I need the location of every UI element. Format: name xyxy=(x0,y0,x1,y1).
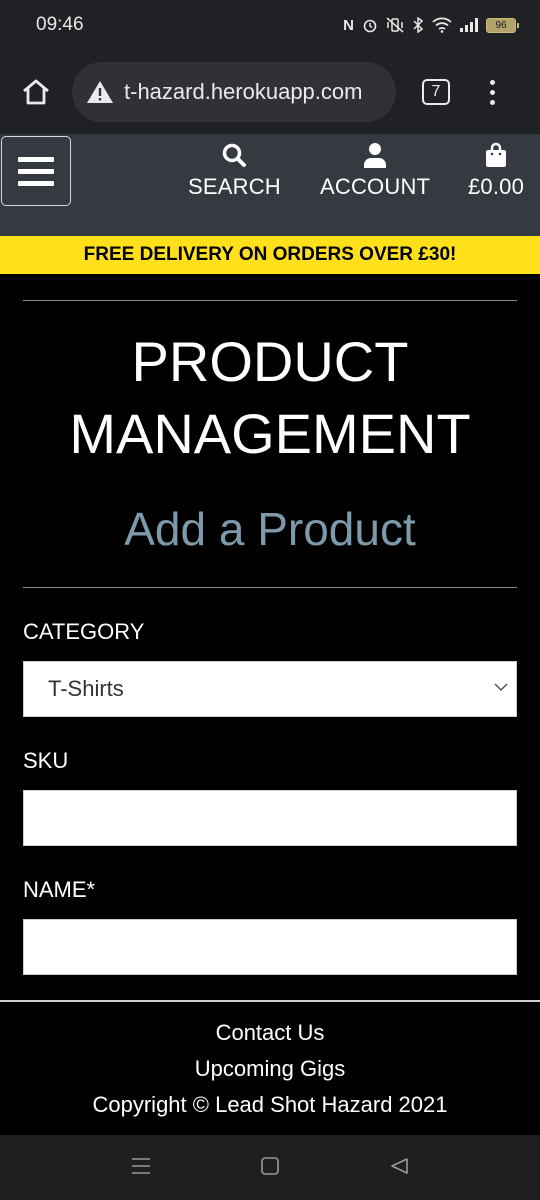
search-icon xyxy=(223,143,247,167)
chevron-down-icon xyxy=(494,683,508,692)
category-label: CATEGORY xyxy=(23,619,145,644)
section-divider xyxy=(23,587,517,588)
status-time: 09:46 xyxy=(36,14,84,35)
url-text: t-hazard.herokuapp.com xyxy=(124,79,363,104)
address-bar[interactable]: t-hazard.herokuapp.com xyxy=(72,62,396,122)
name-input[interactable] xyxy=(23,919,517,975)
status-icons: N 96 xyxy=(343,16,519,34)
nav-search-label: SEARCH xyxy=(188,174,281,199)
browser-menu-button[interactable] xyxy=(490,79,495,105)
battery-icon: 96 xyxy=(486,17,519,33)
nav-bag-total: £0.00 xyxy=(468,174,525,199)
delivery-banner: FREE DELIVERY ON ORDERS OVER £30! xyxy=(0,236,540,274)
nav-account-label: ACCOUNT xyxy=(320,174,431,199)
bluetooth-icon xyxy=(413,17,424,33)
alarm-icon xyxy=(363,19,377,33)
category-select-value: T-Shirts xyxy=(48,676,124,701)
nfc-icon: N xyxy=(343,16,354,34)
name-label: NAME* xyxy=(23,877,96,902)
category-select[interactable]: T-Shirts xyxy=(23,661,517,717)
nav-account[interactable]: ACCOUNT xyxy=(320,142,430,200)
vibrate-off-icon xyxy=(386,17,404,33)
status-bar: 09:46 N 96 xyxy=(0,0,540,50)
upcoming-gigs-link[interactable]: Upcoming Gigs xyxy=(0,1056,540,1082)
browser-home-button[interactable] xyxy=(14,70,58,114)
shopping-bag-icon xyxy=(486,142,507,167)
page-title: PRODUCT MANAGEMENT xyxy=(69,330,471,465)
footer-divider xyxy=(0,1000,540,1002)
back-icon[interactable] xyxy=(389,1157,409,1175)
user-icon xyxy=(364,143,387,168)
sku-label: SKU xyxy=(23,748,69,773)
signal-icon xyxy=(460,18,478,32)
hamburger-icon xyxy=(18,156,54,162)
page-subtitle: Add a Product xyxy=(124,503,416,555)
delivery-banner-text: FREE DELIVERY ON ORDERS OVER £30! xyxy=(83,244,457,265)
browser-toolbar: t-hazard.herokuapp.com 7 xyxy=(0,50,540,134)
warning-icon[interactable] xyxy=(86,80,114,104)
tabs-button[interactable]: 7 xyxy=(422,79,450,105)
nav-bag[interactable]: £0.00 xyxy=(468,142,524,200)
wifi-icon xyxy=(432,17,452,33)
site-header: SEARCH ACCOUNT £0.00 xyxy=(0,134,540,236)
top-divider xyxy=(23,300,517,301)
android-nav-bar xyxy=(0,1135,540,1200)
battery-level: 96 xyxy=(495,19,507,31)
menu-toggle-button[interactable] xyxy=(1,136,71,206)
contact-us-link[interactable]: Contact Us xyxy=(0,1020,540,1046)
copyright-text: Copyright © Lead Shot Hazard 2021 xyxy=(92,1092,448,1117)
recents-icon[interactable] xyxy=(131,1157,151,1175)
nav-search[interactable]: SEARCH xyxy=(188,142,281,200)
tab-count: 7 xyxy=(431,83,441,100)
sku-input[interactable] xyxy=(23,790,517,846)
home-icon xyxy=(23,79,49,105)
more-icon xyxy=(490,79,495,85)
home-square-icon[interactable] xyxy=(260,1157,280,1175)
